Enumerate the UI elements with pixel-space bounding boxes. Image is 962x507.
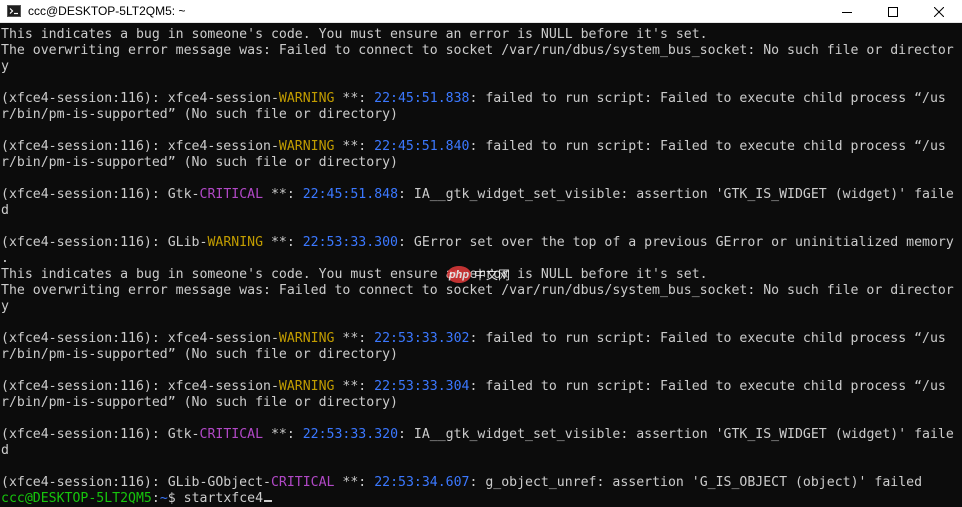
terminal-line: y xyxy=(1,59,9,74)
terminal-line: (xfce4-session:116): xfce4-session-WARNI… xyxy=(1,379,946,394)
terminal-line: y xyxy=(1,299,9,314)
timestamp: 22:45:51.848 xyxy=(302,187,399,202)
terminal-line: The overwriting error message was: Faile… xyxy=(1,283,954,298)
close-button[interactable] xyxy=(916,0,962,23)
terminal-line: r/bin/pm-is-supported” (No such file or … xyxy=(1,107,398,122)
terminal-line: (xfce4-session:116): xfce4-session-WARNI… xyxy=(1,139,946,154)
terminal-line: (xfce4-session:116): GLib-GObject-CRITIC… xyxy=(1,475,923,490)
terminal-line: d xyxy=(1,443,9,458)
warning-label: WARNING xyxy=(278,379,335,394)
warning-label: WARNING xyxy=(278,331,335,346)
timestamp: 22:45:51.840 xyxy=(374,139,470,154)
warning-label: WARNING xyxy=(207,235,264,250)
warning-label: WARNING xyxy=(278,91,335,106)
terminal-line: . xyxy=(1,251,9,266)
watermark-text: 中文网 xyxy=(474,268,511,282)
warning-label: WARNING xyxy=(278,139,335,154)
maximize-icon xyxy=(888,6,898,17)
terminal-line: (xfce4-session:116): Gtk-CRITICAL **: 22… xyxy=(1,187,954,202)
terminal-icon xyxy=(7,5,21,17)
watermark-badge: php xyxy=(447,266,471,283)
terminal-line: The overwriting error message was: Faile… xyxy=(1,43,954,58)
critical-label: CRITICAL xyxy=(270,475,335,490)
terminal-line: d xyxy=(1,203,9,218)
terminal-line: (xfce4-session:116): xfce4-session-WARNI… xyxy=(1,331,946,346)
timestamp: 22:45:51.838 xyxy=(374,91,470,106)
terminal-line: r/bin/pm-is-supported” (No such file or … xyxy=(1,347,398,362)
terminal-line: (xfce4-session:116): Gtk-CRITICAL **: 22… xyxy=(1,427,954,442)
timestamp: 22:53:33.302 xyxy=(374,331,470,346)
timestamp: 22:53:34.607 xyxy=(374,475,470,490)
timestamp: 22:53:33.300 xyxy=(302,235,398,250)
command-text: startxfce4 xyxy=(183,491,264,506)
terminal-line: r/bin/pm-is-supported” (No such file or … xyxy=(1,155,398,170)
terminal-line: This indicates a bug in someone's code. … xyxy=(1,27,708,42)
timestamp: 22:53:33.320 xyxy=(302,427,399,442)
title-bar[interactable]: ccc@DESKTOP-5LT2QM5: ~ xyxy=(0,0,962,23)
close-icon xyxy=(934,6,944,17)
minimize-icon xyxy=(842,11,852,13)
prompt-user-host: ccc@DESKTOP-5LT2QM5 xyxy=(1,491,152,506)
text-cursor xyxy=(264,500,273,502)
terminal-line: r/bin/pm-is-supported” (No such file or … xyxy=(1,395,398,410)
critical-label: CRITICAL xyxy=(199,187,264,202)
timestamp: 22:53:33.304 xyxy=(374,379,470,394)
minimize-button[interactable] xyxy=(824,0,870,23)
terminal-line: (xfce4-session:116): GLib-WARNING **: 22… xyxy=(1,235,954,250)
critical-label: CRITICAL xyxy=(199,427,264,442)
window-title: ccc@DESKTOP-5LT2QM5: ~ xyxy=(28,4,186,18)
prompt-line[interactable]: ccc@DESKTOP-5LT2QM5:~$ startxfce4 xyxy=(1,491,962,507)
terminal-output[interactable]: This indicates a bug in someone's code. … xyxy=(0,23,962,507)
watermark-logo: php 中文网 xyxy=(447,266,510,283)
prompt-path: ~ xyxy=(159,491,168,506)
window-controls xyxy=(824,0,962,23)
maximize-button[interactable] xyxy=(870,0,916,23)
terminal-line: (xfce4-session:116): xfce4-session-WARNI… xyxy=(1,91,946,106)
